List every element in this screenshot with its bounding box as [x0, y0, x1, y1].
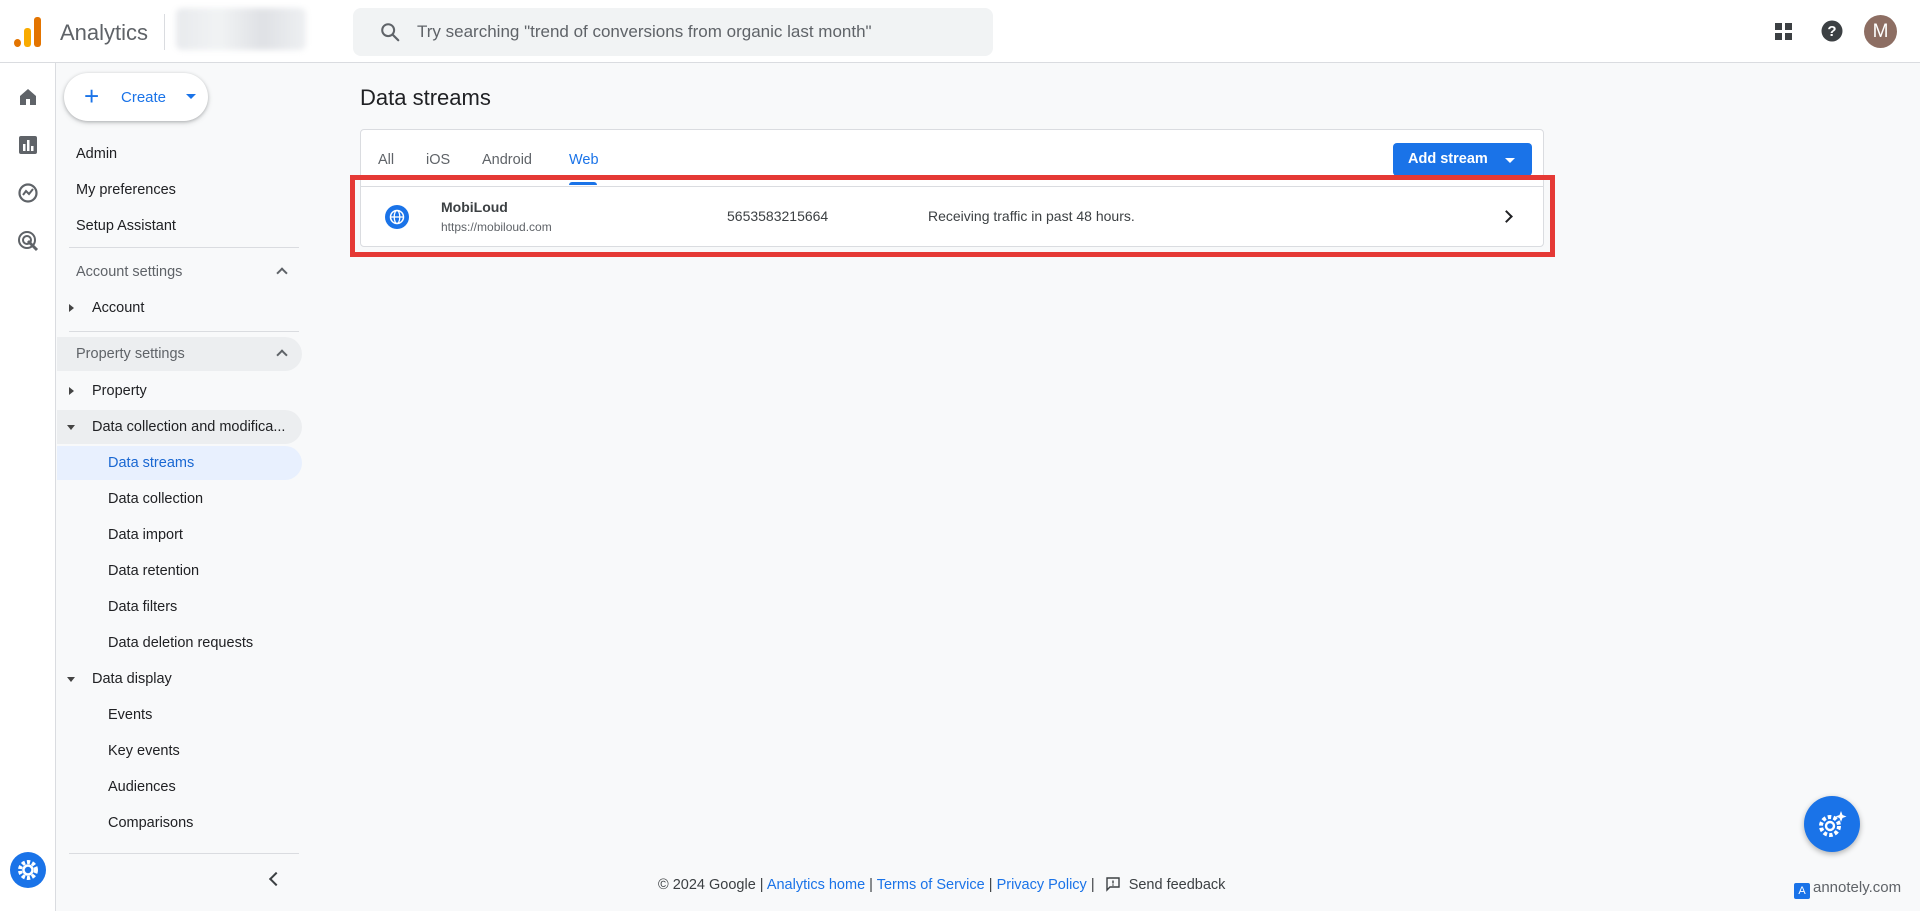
tab-android[interactable]: Android	[482, 152, 532, 168]
explore-icon[interactable]	[16, 181, 40, 205]
search-icon	[381, 23, 400, 42]
sidebar-item-my-preferences[interactable]: My preferences	[57, 173, 302, 207]
chevron-up-icon	[276, 267, 288, 279]
account-label: Account	[92, 300, 145, 316]
collapse-sidebar-icon[interactable]	[268, 871, 284, 887]
privacy-link[interactable]: Privacy Policy	[997, 877, 1087, 893]
expand-down-icon	[67, 425, 75, 430]
feedback-icon	[1105, 877, 1120, 892]
tab-ios[interactable]: iOS	[426, 152, 450, 168]
footer: © 2024 Google | Analytics home | Terms o…	[658, 876, 1225, 893]
tab-all[interactable]: All	[378, 152, 394, 168]
property-settings-header[interactable]: Property settings	[57, 337, 302, 371]
sidebar-item-data-collection-group[interactable]: Data collection and modifica...	[57, 410, 302, 444]
terms-link[interactable]: Terms of Service	[877, 877, 985, 893]
chevron-down-icon	[186, 94, 196, 99]
sidebar-item-data-display-group[interactable]: Data display	[57, 662, 302, 696]
chevron-up-icon	[276, 349, 288, 361]
sidebar-divider	[69, 331, 299, 332]
sidebar-item-data-retention[interactable]: Data retention	[57, 554, 302, 588]
add-stream-button[interactable]: Add stream	[1393, 143, 1532, 176]
add-stream-label: Add stream	[1408, 151, 1488, 167]
create-label: Create	[121, 89, 167, 106]
expand-right-icon	[69, 304, 74, 312]
plus-icon: +	[84, 81, 100, 111]
sidebar-item-data-collection[interactable]: Data collection	[57, 482, 302, 516]
analytics-logo-icon[interactable]	[14, 17, 42, 47]
search-placeholder: Try searching "trend of conversions from…	[417, 22, 872, 41]
footer-separator: |	[869, 877, 873, 893]
data-display-group-label: Data display	[92, 671, 172, 687]
sidebar-item-data-deletion-requests[interactable]: Data deletion requests	[57, 626, 302, 660]
avatar[interactable]: M	[1864, 15, 1897, 48]
sidebar-item-key-events[interactable]: Key events	[57, 734, 302, 768]
sidebar-item-data-streams[interactable]: Data streams	[57, 446, 302, 480]
sidebar-item-audiences[interactable]: Audiences	[57, 770, 302, 804]
property-settings-label: Property settings	[76, 346, 185, 362]
create-button[interactable]: + Create	[64, 73, 208, 121]
tab-web[interactable]: Web	[569, 152, 599, 168]
admin-gear-button[interactable]	[10, 852, 46, 888]
reports-icon[interactable]	[16, 133, 40, 157]
sidebar-item-property[interactable]: Property	[57, 374, 302, 408]
chevron-down-icon	[1505, 158, 1515, 163]
sidebar-item-account[interactable]: Account	[57, 291, 302, 325]
sidebar-divider	[69, 247, 299, 248]
expand-right-icon	[69, 387, 74, 395]
account-settings-label: Account settings	[76, 264, 183, 280]
sidebar-item-events[interactable]: Events	[57, 698, 302, 732]
svg-text:?: ?	[1827, 23, 1836, 40]
watermark-text: annotely.com	[1813, 879, 1902, 896]
app-title[interactable]: Analytics	[60, 20, 148, 46]
header-divider	[164, 14, 165, 50]
footer-separator: |	[988, 877, 993, 893]
sidebar-item-comparisons[interactable]: Comparisons	[57, 806, 302, 840]
analytics-home-link[interactable]: Analytics home	[767, 877, 865, 893]
apps-grid-icon[interactable]	[1771, 15, 1797, 45]
help-icon[interactable]: ?	[1819, 15, 1845, 45]
annotation-highlight-box	[350, 175, 1555, 257]
footer-separator: |	[1090, 877, 1095, 893]
top-bar: Analytics Try searching "trend of conver…	[0, 0, 1920, 63]
watermark: Aannotely.com	[1794, 879, 1901, 899]
left-rail	[0, 63, 56, 911]
data-collection-group-label: Data collection and modifica...	[92, 419, 286, 435]
footer-copyright: © 2024 Google	[658, 877, 756, 893]
expand-down-icon	[67, 677, 75, 682]
search-bar[interactable]: Try searching "trend of conversions from…	[353, 8, 993, 56]
admin-sidebar: + Create Admin My preferences Setup Assi…	[57, 63, 307, 911]
page-title: Data streams	[360, 85, 491, 110]
sidebar-item-admin[interactable]: Admin	[57, 137, 302, 171]
assistant-fab-button[interactable]	[1804, 796, 1860, 852]
account-selector-blurred[interactable]	[176, 8, 306, 50]
home-icon[interactable]	[16, 85, 40, 109]
property-label: Property	[92, 383, 147, 399]
sidebar-divider	[69, 853, 299, 854]
sidebar-item-data-filters[interactable]: Data filters	[57, 590, 302, 624]
advertising-icon[interactable]	[16, 229, 40, 253]
send-feedback-link[interactable]: Send feedback	[1129, 877, 1226, 893]
account-settings-header[interactable]: Account settings	[57, 255, 302, 289]
sidebar-item-data-import[interactable]: Data import	[57, 518, 302, 552]
sidebar-item-setup-assistant[interactable]: Setup Assistant	[57, 209, 302, 243]
footer-separator: |	[759, 877, 764, 893]
sparkle-gear-icon	[1819, 811, 1847, 837]
gear-icon	[18, 860, 38, 880]
annotely-logo-icon: A	[1794, 883, 1810, 899]
